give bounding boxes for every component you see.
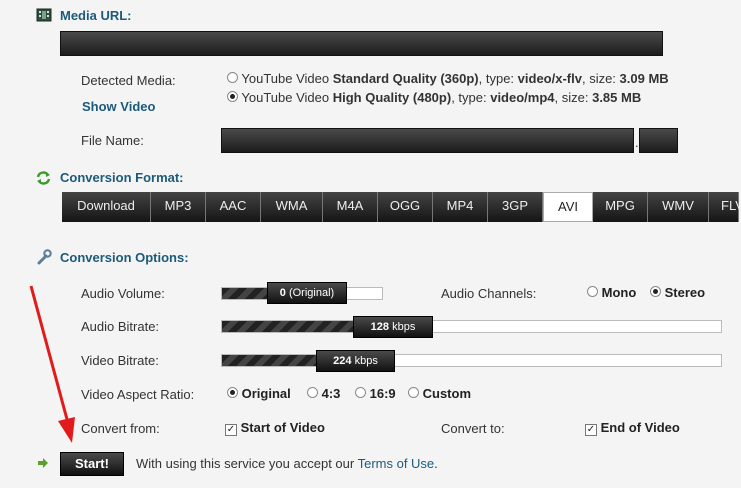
audio-volume-suffix: (Original)	[285, 287, 335, 299]
audio-volume-label: Audio Volume:	[81, 286, 165, 301]
video-bitrate-unit: kbps	[351, 355, 378, 367]
tab-wma[interactable]: WMA	[261, 192, 323, 222]
media-option-type-label: , type:	[478, 71, 518, 86]
aspect-original-label: Original	[241, 386, 291, 401]
media-option-size: 3.09 MB	[619, 71, 669, 86]
media-option-prefix: YouTube Video	[241, 71, 333, 86]
aspect-16-9-option[interactable]: 16:9	[355, 386, 396, 401]
media-option-size-label: , size:	[554, 90, 593, 105]
audio-bitrate-unit: kbps	[389, 321, 416, 333]
channel-mono-option[interactable]: Mono	[587, 285, 636, 300]
aspect-original-option[interactable]: Original	[227, 386, 291, 401]
convert-to-label: Convert to:	[441, 421, 505, 436]
audio-bitrate-label: Audio Bitrate:	[81, 319, 160, 334]
video-bitrate-handle[interactable]: 224 kbps	[316, 350, 395, 372]
start-button[interactable]: Start!	[60, 452, 124, 476]
media-option-size-label: , size:	[581, 71, 620, 86]
convert-from-option[interactable]: ✓ Start of Video	[225, 420, 325, 436]
terms-of-use-link[interactable]: Terms of Use	[358, 456, 435, 471]
audio-bitrate-value: 128	[370, 321, 390, 333]
mono-radio[interactable]	[587, 286, 598, 297]
conversion-format-title: Conversion Format:	[60, 170, 184, 185]
media-option-480p[interactable]: YouTube Video High Quality (480p), type:…	[227, 90, 641, 105]
tab-mp3[interactable]: MP3	[151, 192, 206, 222]
aspect-16-9-radio[interactable]	[355, 387, 366, 398]
aspect-ratio-label: Video Aspect Ratio:	[81, 387, 195, 402]
video-bitrate-track[interactable]	[221, 354, 722, 367]
stereo-label: Stereo	[664, 285, 706, 300]
media-option-size: 3.85 MB	[592, 90, 642, 105]
media-url-title: Media URL:	[60, 8, 132, 23]
media-option-type: video/x-flv	[517, 71, 582, 86]
tab-download[interactable]: Download	[62, 192, 151, 222]
aspect-4-3-option[interactable]: 4:3	[307, 386, 340, 401]
arrow-right-icon	[37, 457, 49, 469]
annotation-arrow-icon	[29, 285, 75, 443]
end-of-video-checkbox[interactable]: ✓	[585, 424, 597, 436]
tab-avi[interactable]: AVI	[543, 192, 593, 222]
file-name-label: File Name:	[81, 133, 144, 148]
start-of-video-label: Start of Video	[240, 420, 325, 435]
mono-label: Mono	[601, 285, 637, 300]
terms-notice: With using this service you accept our T…	[136, 456, 438, 471]
audio-volume-handle[interactable]: 0 (Original)	[267, 282, 347, 304]
audio-bitrate-handle[interactable]: 128 kbps	[353, 316, 433, 338]
terms-notice-text: With using this service you accept our	[136, 456, 358, 471]
tab-mp4[interactable]: MP4	[433, 192, 488, 222]
end-of-video-label: End of Video	[600, 420, 680, 435]
audio-channels-label: Audio Channels:	[441, 286, 537, 301]
media-option-type-label: , type:	[451, 90, 491, 105]
tab-m4a[interactable]: M4A	[323, 192, 378, 222]
film-icon	[36, 8, 52, 22]
media-option-prefix: YouTube Video	[241, 90, 333, 105]
channel-stereo-option[interactable]: Stereo	[650, 285, 705, 300]
media-radio-480p[interactable]	[227, 91, 238, 102]
tab-mpg[interactable]: MPG	[593, 192, 648, 222]
tab-3gp[interactable]: 3GP	[488, 192, 543, 222]
media-option-quality: High Quality (480p)	[332, 90, 452, 105]
aspect-custom-option[interactable]: Custom	[408, 386, 471, 401]
detected-media-label: Detected Media:	[81, 73, 176, 88]
aspect-custom-label: Custom	[422, 386, 472, 401]
format-tab-bar: Download MP3 AAC WMA M4A OGG MP4 3GP AVI…	[62, 192, 741, 222]
file-name-input[interactable]	[221, 128, 634, 153]
show-video-link[interactable]: Show Video	[82, 99, 155, 114]
terms-period: .	[434, 456, 438, 471]
stereo-radio[interactable]	[650, 286, 661, 297]
video-bitrate-value: 224	[333, 355, 352, 367]
conversion-options-title: Conversion Options:	[60, 250, 189, 265]
video-bitrate-fill	[222, 355, 317, 366]
convert-to-option[interactable]: ✓ End of Video	[585, 420, 680, 436]
audio-bitrate-fill	[222, 321, 357, 332]
media-option-type: video/mp4	[490, 90, 555, 105]
audio-bitrate-track[interactable]	[221, 320, 722, 333]
tab-ogg[interactable]: OGG	[378, 192, 433, 222]
media-option-360p[interactable]: YouTube Video Standard Quality (360p), t…	[227, 71, 669, 86]
tab-flv[interactable]: FLV	[709, 192, 741, 222]
aspect-4-3-label: 4:3	[321, 386, 341, 401]
convert-from-label: Convert from:	[81, 421, 160, 436]
audio-volume-fill	[222, 288, 272, 299]
tab-aac[interactable]: AAC	[206, 192, 261, 222]
aspect-custom-radio[interactable]	[408, 387, 419, 398]
aspect-original-radio[interactable]	[227, 387, 238, 398]
media-option-quality: Standard Quality (360p)	[332, 71, 479, 86]
refresh-icon	[35, 170, 52, 186]
aspect-4-3-radio[interactable]	[307, 387, 318, 398]
aspect-16-9-label: 16:9	[369, 386, 396, 401]
tab-wmv[interactable]: WMV	[648, 192, 709, 222]
video-bitrate-label: Video Bitrate:	[81, 353, 159, 368]
media-radio-360p[interactable]	[227, 72, 238, 83]
start-of-video-checkbox[interactable]: ✓	[225, 424, 237, 436]
file-ext-input[interactable]	[639, 128, 678, 153]
media-url-input[interactable]	[60, 31, 663, 56]
wrench-icon	[36, 249, 52, 265]
